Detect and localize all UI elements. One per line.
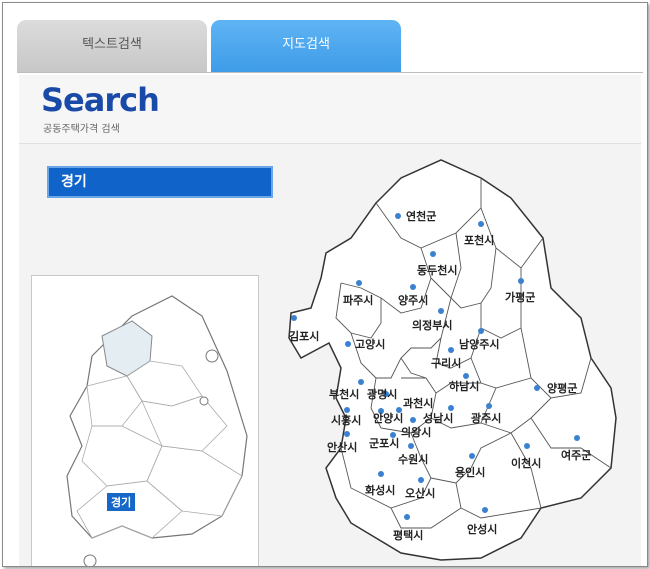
city-yeoncheon[interactable]: 연천군: [406, 209, 436, 223]
page-title: Search: [41, 81, 160, 119]
city-guri[interactable]: 구리시: [431, 356, 461, 370]
city-uiwang[interactable]: 의왕시: [401, 425, 431, 439]
tab-text-search[interactable]: 텍스트검색: [17, 20, 207, 72]
page-subtitle: 공동주택가격 검색: [43, 124, 120, 135]
city-osan[interactable]: 오산시: [405, 486, 435, 500]
city-yeoju[interactable]: 여주군: [561, 448, 591, 462]
city-seongnam[interactable]: 성남시: [423, 411, 453, 425]
city-paju[interactable]: 파주시: [343, 293, 373, 307]
city-pocheon[interactable]: 포천시: [464, 233, 494, 247]
selected-region-bar: 경기: [47, 166, 273, 198]
city-gwangju[interactable]: 광주시: [471, 412, 501, 425]
search-tabs: 텍스트검색 지도검색: [17, 20, 643, 73]
city-goyang[interactable]: 고양시: [355, 337, 385, 351]
gyeonggi-mini-label[interactable]: 경기: [107, 493, 136, 511]
city-gunpo[interactable]: 군포시: [369, 437, 399, 450]
city-anseong[interactable]: 안성시: [467, 522, 497, 536]
city-uijeongbu[interactable]: 의정부시: [412, 318, 452, 332]
map-search-panel: 텍스트검색 지도검색 Search 공동주택가격 검색 경기 경기 연천군 포천…: [2, 2, 648, 567]
city-yangju[interactable]: 양주시: [398, 293, 428, 307]
city-dongducheon[interactable]: 동두천시: [417, 263, 457, 277]
gyeonggi-map[interactable]: 연천군 포천시 동두천시 가평군 파주시 양주시 의정부시 김포시 고양시 남양…: [281, 148, 621, 564]
city-hwaseong[interactable]: 화성시: [365, 483, 395, 497]
city-gwangmyeong[interactable]: 광명시: [367, 387, 397, 401]
city-gapyeong[interactable]: 가평군: [505, 290, 535, 304]
tab-map-search[interactable]: 지도검색: [211, 20, 401, 72]
city-ansan[interactable]: 안산시: [327, 440, 357, 454]
city-gwacheon[interactable]: 과천시: [403, 396, 433, 410]
map-content: 경기 경기 연천군 포천시 동두천시 가평군 파주시 양주시 의정부시 김포시 …: [19, 144, 641, 566]
city-namyangju[interactable]: 남양주시: [459, 337, 499, 351]
city-yangpyeong[interactable]: 양평군: [547, 381, 577, 395]
korea-outline-map: [66, 295, 248, 566]
city-gimpo[interactable]: 김포시: [289, 330, 319, 343]
city-hanam[interactable]: 하남시: [449, 379, 479, 393]
search-header: Search 공동주택가격 검색: [19, 75, 641, 144]
city-yongin[interactable]: 용인시: [455, 465, 485, 479]
city-anyang[interactable]: 안양시: [373, 411, 403, 425]
city-icheon[interactable]: 이천시: [511, 456, 541, 470]
city-bucheon[interactable]: 부천시: [329, 387, 359, 401]
city-suwon[interactable]: 수원시: [398, 452, 428, 466]
city-pyeongtaek[interactable]: 평택시: [393, 528, 423, 542]
city-siheung[interactable]: 시흥시: [331, 413, 361, 427]
korea-mini-map[interactable]: 경기: [31, 275, 259, 566]
